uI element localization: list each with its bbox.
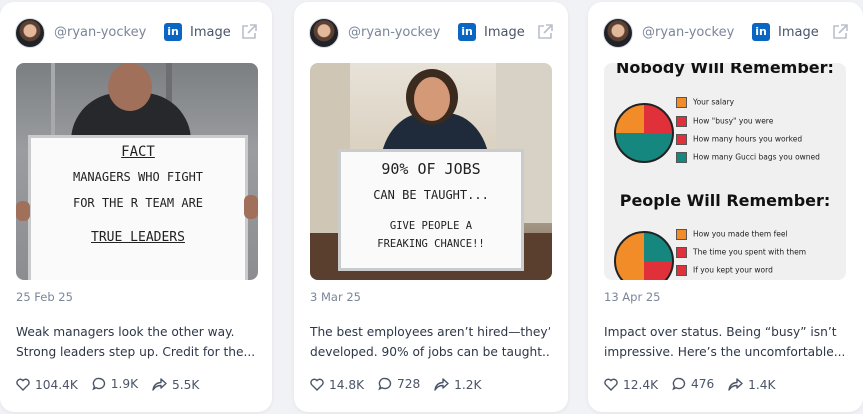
shares-count: 1.2K (454, 377, 482, 392)
card-header: @ryan-yockey in Image (308, 18, 554, 48)
linkedin-icon: in (752, 23, 770, 41)
post-card[interactable]: @ryan-yockey in Image Nobody Will Rememb… (588, 2, 863, 412)
share-icon (152, 378, 167, 391)
avatar[interactable] (15, 18, 45, 48)
post-image[interactable]: Nobody Will Remember: Your salary How "b… (604, 63, 846, 280)
sign-text: MANAGERS WHO FIGHT (72, 170, 204, 184)
legend-item: How many hours you worked (676, 134, 802, 145)
engagement-stats: 104.4K 1.9K 5.5K (16, 377, 209, 397)
post-type-label: Image (190, 25, 231, 40)
likes-stat: 12.4K (604, 378, 658, 392)
legend-item: How you made them feel (676, 229, 788, 240)
post-image[interactable]: 90% OF JOBS CAN BE TAUGHT... GIVE PEOPLE… (310, 63, 552, 280)
shares-count: 1.4K (748, 377, 776, 392)
person-head (108, 63, 152, 111)
comments-count: 1.9K (110, 377, 139, 391)
comments-stat: 1.9K (92, 377, 138, 391)
legend-item: How "busy" you were (676, 116, 773, 127)
linkedin-icon: in (164, 23, 182, 41)
avatar[interactable] (603, 18, 633, 48)
comments-count: 728 (397, 377, 421, 391)
caption-line: impressive. Here’s the uncomfortable... (604, 345, 844, 359)
comments-stat: 476 (672, 377, 714, 391)
likes-stat: 14.8K (310, 378, 364, 392)
share-icon (434, 378, 449, 391)
heart-icon (604, 378, 618, 391)
legend-item: How many Gucci bags you owned (676, 152, 820, 163)
post-type-label: Image (778, 25, 819, 40)
author-handle[interactable]: @ryan-yockey (348, 25, 440, 40)
face (414, 77, 450, 121)
likes-count: 14.8K (329, 377, 365, 392)
sign-text: CAN BE TAUGHT... (373, 188, 489, 202)
post-caption[interactable]: The best employees aren’t hired—they’re … (310, 322, 550, 362)
legend-item: Your salary (676, 97, 734, 108)
shares-count: 5.5K (172, 377, 200, 392)
linkedin-icon: in (458, 23, 476, 41)
comment-icon (672, 377, 686, 391)
likes-count: 104.4K (35, 377, 78, 392)
share-icon (728, 378, 743, 391)
legend-item: If you kept your word (676, 265, 773, 276)
legend-item: The time you spent with them (676, 247, 806, 258)
shares-stat: 5.5K (152, 378, 199, 392)
sign-text: FOR THE R TEAM ARE (72, 196, 204, 210)
sign-text: GIVE PEOPLE A (389, 220, 473, 232)
post-date: 25 Feb 25 (16, 290, 73, 304)
sign-text: FACT (121, 144, 155, 160)
heart-icon (310, 378, 324, 391)
post-date: 3 Mar 25 (310, 290, 361, 304)
infographic-heading: People Will Remember: (619, 191, 831, 210)
sign-text: 90% OF JOBS (381, 160, 481, 178)
engagement-stats: 14.8K 728 1.2K (310, 377, 492, 397)
caption-line: Weak managers look the other way. (16, 325, 235, 339)
post-date: 13 Apr 25 (604, 290, 661, 304)
author-handle[interactable]: @ryan-yockey (54, 25, 146, 40)
post-image[interactable]: FACT MANAGERS WHO FIGHT FOR THE R TEAM A… (16, 63, 258, 280)
engagement-stats: 12.4K 476 1.4K (604, 377, 786, 397)
sign-board: 90% OF JOBS CAN BE TAUGHT... GIVE PEOPLE… (338, 149, 524, 271)
external-link-icon[interactable] (240, 23, 258, 41)
avatar[interactable] (309, 18, 339, 48)
shares-stat: 1.2K (434, 377, 482, 392)
post-card[interactable]: @ryan-yockey in Image 90% OF JOBS CAN BE… (294, 2, 568, 412)
comment-icon (92, 377, 105, 391)
likes-count: 12.4K (623, 377, 659, 392)
caption-line: Impact over status. Being “busy” isn’t (604, 325, 837, 339)
caption-line: The best employees aren’t hired—they’re (310, 325, 550, 339)
post-type-label: Image (484, 25, 525, 40)
caption-line: developed. 90% of jobs can be taught.... (310, 345, 550, 359)
shares-stat: 1.4K (728, 377, 776, 392)
card-header: @ryan-yockey in Image (602, 18, 849, 48)
external-link-icon[interactable] (536, 23, 554, 41)
pie-graphic (614, 103, 674, 163)
sign-text: TRUE LEADERS (91, 230, 185, 245)
likes-stat: 104.4K (16, 378, 78, 392)
sign-board: FACT MANAGERS WHO FIGHT FOR THE R TEAM A… (28, 135, 248, 280)
infographic-heading: Nobody Will Remember: (616, 63, 834, 77)
pie-graphic (614, 231, 674, 280)
card-header: @ryan-yockey in Image (14, 18, 258, 48)
comment-icon (378, 377, 392, 391)
external-link-icon[interactable] (831, 23, 849, 41)
comments-count: 476 (691, 377, 715, 391)
sign-text: FREAKING CHANCE!! (377, 238, 485, 250)
post-caption[interactable]: Impact over status. Being “busy” isn’t i… (604, 322, 844, 362)
post-card[interactable]: @ryan-yockey in Image FACT MANAGERS WHO … (0, 2, 272, 412)
caption-line: Strong leaders step up. Credit for the..… (16, 345, 256, 359)
comments-stat: 728 (378, 377, 420, 391)
heart-icon (16, 378, 30, 391)
author-handle[interactable]: @ryan-yockey (642, 25, 734, 40)
post-caption[interactable]: Weak managers look the other way. Strong… (16, 322, 256, 362)
